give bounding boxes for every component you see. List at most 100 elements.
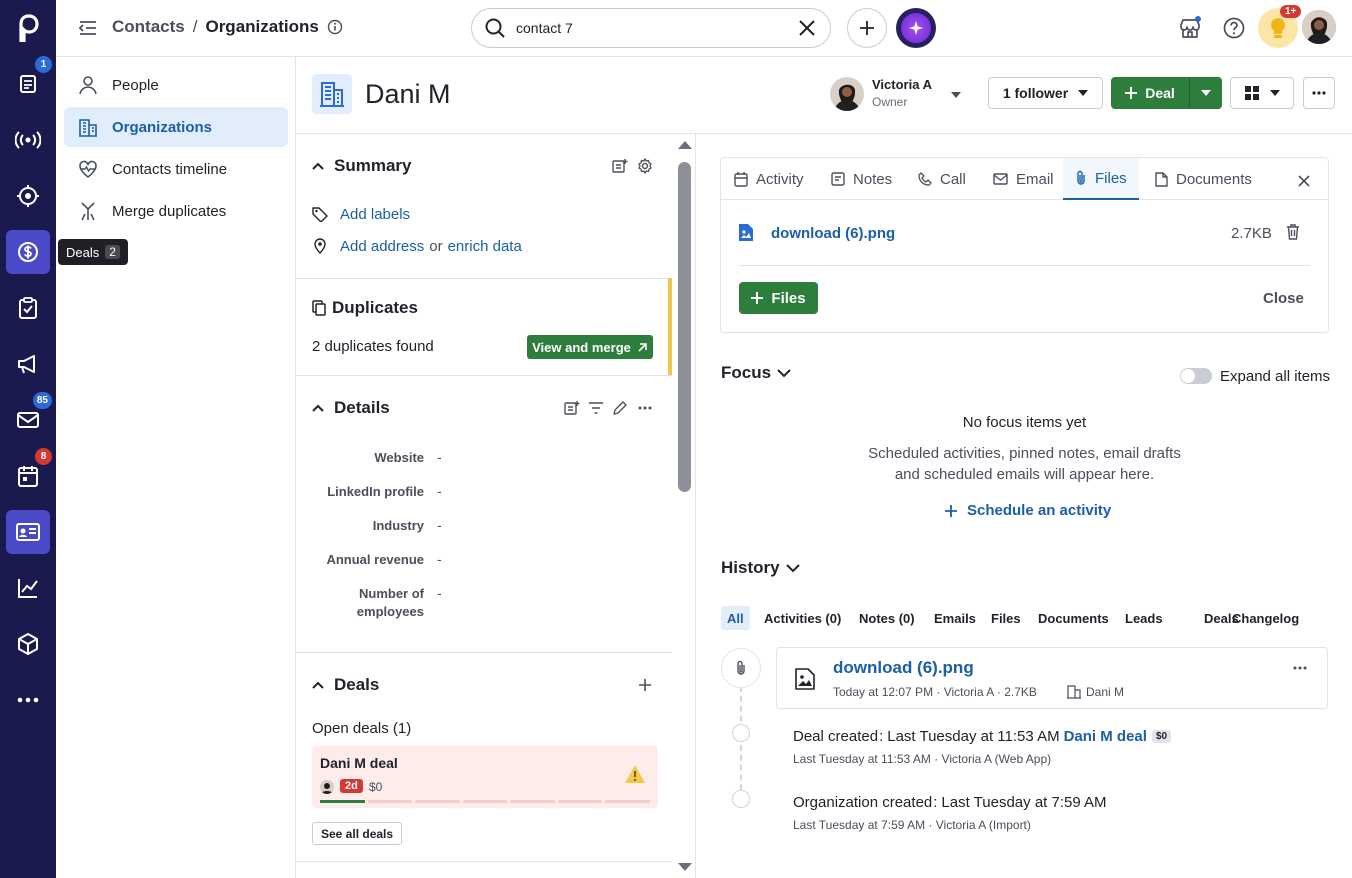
tab-notes[interactable]: Notes [819, 158, 904, 200]
tab-activity[interactable]: Activity [722, 158, 816, 200]
pipedrive-logo[interactable] [6, 6, 50, 50]
subnav-item-organizations[interactable]: Organizations [64, 107, 288, 147]
details-toggle[interactable]: Details [312, 398, 390, 418]
details-more-icon[interactable] [635, 398, 655, 418]
campaigns-megaphone-icon[interactable] [6, 342, 50, 386]
merge-icon [81, 202, 95, 221]
field-value-annual-revenue[interactable]: - [437, 551, 442, 567]
clear-search-icon[interactable] [798, 19, 816, 37]
view-and-merge-button[interactable]: View and merge [527, 335, 653, 359]
layout-view-button[interactable] [1230, 77, 1294, 109]
summary-settings-gear-icon[interactable] [635, 156, 655, 176]
chevron-up-icon [312, 404, 324, 412]
tab-email[interactable]: Email [981, 158, 1066, 200]
mail-icon[interactable]: 85 [6, 392, 52, 442]
composer-file-link[interactable]: download (6).png [771, 225, 895, 242]
field-value-employees[interactable]: - [437, 585, 442, 601]
info-icon[interactable] [327, 19, 343, 35]
deal-link[interactable]: Dani M deal [1064, 728, 1147, 745]
history-tab-all[interactable]: All [721, 606, 750, 630]
follower-button[interactable]: 1 follower [988, 77, 1103, 109]
deal-card-value: $0 [369, 780, 383, 794]
history-tab-changelog[interactable]: Changelog [1226, 606, 1305, 630]
help-icon[interactable] [1222, 16, 1246, 40]
chevron-down-icon [777, 368, 791, 377]
app-rail: 1 85 8 [0, 0, 56, 878]
subnav-item-people[interactable]: People [64, 65, 288, 105]
add-deal-button[interactable]: Deal [1111, 77, 1189, 109]
enrich-data-link[interactable]: enrich data [448, 238, 522, 255]
ai-assistant-button[interactable] [896, 8, 936, 48]
activities-clipboard-icon[interactable] [6, 286, 50, 330]
see-all-deals-button[interactable]: See all deals [312, 822, 403, 845]
history-file-link[interactable]: download (6).png [833, 658, 974, 678]
calendar-icon[interactable]: 8 [6, 448, 52, 498]
focus-toggle[interactable]: Focus [721, 363, 791, 383]
deal-card-name[interactable]: Dani M deal [320, 755, 398, 771]
deals-dollar-icon[interactable] [6, 230, 50, 274]
deal-dropdown-button[interactable] [1189, 77, 1222, 109]
filter-icon[interactable] [586, 398, 606, 418]
tab-label: Activity [756, 170, 804, 188]
scroll-thumb[interactable] [678, 162, 691, 492]
copy-icon [312, 300, 326, 316]
add-deal-plus-icon[interactable] [635, 675, 655, 695]
history-tab-notes[interactable]: Notes (0) [853, 606, 921, 630]
image-file-icon [795, 668, 815, 690]
search-value[interactable]: contact 7 [516, 20, 798, 36]
summary-customize-icon[interactable] [610, 156, 630, 176]
collapse-menu-icon[interactable] [78, 18, 98, 38]
products-box-icon[interactable] [6, 622, 50, 666]
edit-pencil-icon[interactable] [610, 398, 630, 418]
more-dots-icon[interactable] [6, 678, 50, 722]
history-tab-activities[interactable]: Activities (0) [758, 606, 847, 630]
tab-call[interactable]: Call [906, 158, 978, 200]
field-value-linkedin[interactable]: - [437, 483, 442, 499]
history-file-card[interactable]: download (6).png Today at 12:07 PM · Vic… [776, 647, 1328, 709]
history-tab-documents[interactable]: Documents [1032, 606, 1115, 630]
deals-toggle[interactable]: Deals [312, 675, 379, 695]
breadcrumb: Contacts / Organizations [112, 17, 343, 37]
add-address-link[interactable]: Add address [340, 238, 424, 255]
tab-documents[interactable]: Documents [1143, 158, 1264, 200]
history-tab-emails[interactable]: Emails [928, 606, 982, 630]
insights-chart-icon[interactable] [6, 566, 50, 610]
composer-close-button[interactable]: Close [1263, 290, 1304, 307]
add-labels-link[interactable]: Add labels [340, 206, 410, 223]
user-avatar[interactable] [1302, 10, 1336, 44]
more-actions-button[interactable] [1303, 77, 1335, 109]
owner-caret-icon[interactable] [950, 91, 962, 99]
subnav-item-merge-duplicates[interactable]: Merge duplicates [64, 191, 288, 231]
quick-add-button[interactable] [847, 8, 887, 48]
summary-toggle[interactable]: Summary [312, 156, 411, 176]
history-tab-files[interactable]: Files [985, 606, 1027, 630]
search-input[interactable]: contact 7 [471, 8, 831, 48]
expand-all-toggle[interactable] [1180, 368, 1212, 384]
tab-files[interactable]: Files [1063, 158, 1139, 200]
tips-bulb-button[interactable]: 1+ [1258, 5, 1302, 48]
deal-created-meta: Last Tuesday at 11:53 AM · Victoria A (W… [793, 752, 1052, 766]
sidebar-scrollbar[interactable] [674, 134, 696, 878]
marketplace-icon[interactable] [1178, 16, 1202, 40]
add-files-button[interactable]: Files [739, 282, 818, 314]
field-value-industry[interactable]: - [437, 517, 442, 533]
history-file-org[interactable]: Dani M [1086, 685, 1124, 699]
owner-selector[interactable]: Victoria A Owner [872, 77, 932, 109]
close-composer-icon[interactable] [1298, 175, 1310, 187]
deal-card[interactable]: Dani M deal 2d $0 [312, 746, 658, 808]
contacts-card-icon[interactable] [6, 510, 50, 554]
broadcast-icon[interactable] [6, 118, 50, 162]
stage-segment [605, 800, 651, 803]
target-icon[interactable] [6, 174, 50, 218]
history-toggle[interactable]: History [721, 558, 800, 578]
subnav-item-contacts-timeline[interactable]: Contacts timeline [64, 149, 288, 189]
schedule-activity-link[interactable]: Schedule an activity [945, 502, 1111, 519]
leads-inbox-icon[interactable]: 1 [6, 56, 52, 106]
breadcrumb-contacts[interactable]: Contacts [112, 17, 185, 37]
delete-trash-icon[interactable] [1286, 224, 1300, 240]
details-customize-icon[interactable] [562, 398, 582, 418]
history-tab-leads[interactable]: Leads [1119, 606, 1169, 630]
org-name[interactable]: Dani M [365, 79, 451, 110]
field-value-website[interactable]: - [437, 449, 442, 465]
history-item-more-icon[interactable] [1293, 666, 1307, 670]
